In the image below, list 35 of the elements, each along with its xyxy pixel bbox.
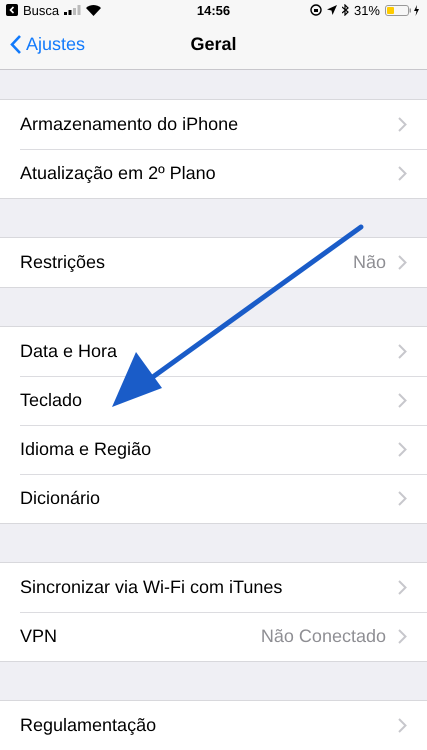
- row-value: Não: [352, 252, 386, 273]
- chevron-icon: [398, 344, 407, 359]
- row-label: Sincronizar via Wi-Fi com iTunes: [20, 577, 284, 598]
- location-icon: [326, 5, 337, 15]
- back-icon[interactable]: [6, 4, 18, 16]
- chevron-icon: [398, 442, 407, 457]
- chevron-icon: [398, 255, 407, 270]
- battery-percent: 31%: [354, 2, 380, 18]
- row-label: Idioma e Região: [20, 439, 152, 460]
- row-label: Armazenamento do iPhone: [20, 114, 240, 135]
- row-label: Restrições: [20, 252, 106, 273]
- status-time: 14:56: [196, 2, 230, 18]
- back-app-label[interactable]: Busca: [23, 2, 60, 18]
- row-value: Não Conectado: [260, 626, 386, 647]
- row-label: Data e Hora: [20, 341, 118, 362]
- chevron-icon: [398, 166, 407, 181]
- nav-title: Geral: [190, 34, 237, 55]
- chevron-icon: [398, 718, 407, 733]
- chevron-icon: [398, 629, 407, 644]
- row-label: VPN: [20, 626, 58, 647]
- battery-icon: [385, 4, 421, 16]
- back-button[interactable]: Ajustes: [0, 34, 86, 55]
- bluetooth-icon: [342, 4, 349, 16]
- chevron-icon: [398, 117, 407, 132]
- row-label: Regulamentação: [20, 715, 158, 736]
- signal-icon: [64, 5, 82, 15]
- chevron-icon: [398, 393, 407, 408]
- wifi-icon: [86, 4, 102, 16]
- chevron-icon: [398, 491, 407, 506]
- row-label: Teclado: [20, 390, 84, 411]
- chevron-left-icon: [10, 34, 22, 55]
- row-label: Atualização em 2º Plano: [20, 163, 217, 184]
- chevron-icon: [398, 580, 407, 595]
- row-label: Dicionário: [20, 488, 102, 509]
- rotation-lock-icon: [310, 4, 322, 16]
